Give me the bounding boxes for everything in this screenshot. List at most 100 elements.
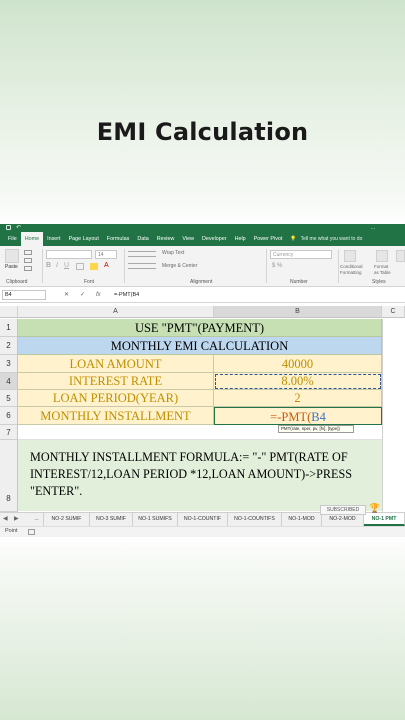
tab-file[interactable]: File bbox=[4, 232, 21, 246]
row-header-2[interactable]: 2 bbox=[0, 337, 18, 355]
divider bbox=[42, 249, 43, 283]
styles-group-label: Styles bbox=[372, 279, 386, 285]
bold-icon[interactable]: B bbox=[46, 262, 51, 269]
prev-sheet-icon[interactable]: ◀ bbox=[3, 513, 8, 526]
sheet-tab-no-1-countif[interactable]: NO-1-COUNTIF bbox=[178, 513, 228, 526]
clipboard-group-label: Clipboard bbox=[6, 279, 28, 285]
cell-a1-merged[interactable]: USE "PMT"(PAYMENT) bbox=[18, 319, 382, 337]
formula-ref-b4: B4 bbox=[311, 410, 326, 424]
ribbon-tabs: File Home Insert Page Layout Formulas Da… bbox=[0, 232, 405, 246]
column-header-a[interactable]: A bbox=[18, 306, 214, 318]
cell-b6-editing[interactable]: =-PMT(B4 bbox=[214, 407, 382, 425]
subscribed-badge: SUBSCRIBED bbox=[320, 505, 366, 515]
page-title: EMI Calculation bbox=[96, 118, 309, 146]
divider bbox=[338, 249, 339, 283]
column-header-b[interactable]: B bbox=[214, 306, 382, 318]
formula-input[interactable]: =-PMT(B4 bbox=[114, 290, 139, 300]
alignment-group-label: Alignment bbox=[190, 279, 213, 285]
lightbulb-icon: 💡 bbox=[290, 236, 297, 242]
cell-a6[interactable]: MONTHLY INSTALLMENT bbox=[18, 407, 214, 425]
tab-home[interactable]: Home bbox=[20, 232, 44, 246]
cell-a4[interactable]: INTEREST RATE bbox=[18, 373, 214, 390]
wrap-text-button[interactable]: Wrap Text bbox=[162, 250, 184, 256]
row-header-3[interactable]: 3 bbox=[0, 355, 18, 373]
formula-bar: B4 ✕ ✓ fx =-PMT(B4 bbox=[0, 288, 405, 303]
cell-a8-note[interactable]: MONTHLY INSTALLMENT FORMULA:= "-" PMT(RA… bbox=[18, 440, 382, 511]
cell-b4-selected[interactable]: 8.00% bbox=[214, 373, 382, 390]
conditional-formatting-icon[interactable] bbox=[344, 250, 356, 262]
divider bbox=[124, 249, 125, 283]
column-c-cells[interactable] bbox=[382, 319, 405, 512]
font-name-select[interactable] bbox=[46, 250, 92, 259]
tab-view[interactable]: View bbox=[178, 232, 198, 246]
save-icon[interactable] bbox=[6, 225, 11, 230]
status-mode: Point bbox=[5, 528, 18, 534]
ribbon-home: Paste Clipboard 14 B I U A Font Wrap Tex… bbox=[0, 246, 405, 287]
row-header-5[interactable]: 5 bbox=[0, 390, 18, 407]
tab-formulas[interactable]: Formulas bbox=[103, 232, 133, 246]
sheet-tab-no-2-sumif[interactable]: NO-2 SUMIF bbox=[44, 513, 90, 526]
divider bbox=[266, 249, 267, 283]
italic-icon[interactable]: I bbox=[56, 262, 58, 269]
undo-icon[interactable]: ↶ bbox=[16, 225, 22, 231]
font-group-label: Font bbox=[84, 279, 95, 285]
format-as-table-button[interactable]: Format as Table bbox=[374, 264, 394, 276]
cell-a2-merged[interactable]: MONTHLY EMI CALCULATION bbox=[18, 337, 382, 355]
sheet-tab-more[interactable]: ... bbox=[30, 513, 44, 526]
format-painter-icon[interactable] bbox=[24, 266, 32, 271]
sheet-tab-no-1-mod[interactable]: NO-1-MOD bbox=[282, 513, 322, 526]
font-color-icon[interactable]: A bbox=[104, 262, 109, 269]
function-icon[interactable]: fx bbox=[96, 290, 101, 300]
row-header-4[interactable]: 4 bbox=[0, 373, 18, 390]
enter-icon[interactable]: ✓ bbox=[80, 290, 85, 300]
row-header-7[interactable]: 7 bbox=[0, 425, 18, 440]
sheet-tab-no-1-pmt[interactable]: NO-1 PMT bbox=[364, 513, 405, 526]
format-as-table-icon[interactable] bbox=[376, 250, 388, 262]
row-header-6[interactable]: 6 bbox=[0, 407, 18, 425]
cell-a5[interactable]: LOAN PERIOD(YEAR) bbox=[18, 390, 214, 407]
column-header-c[interactable]: C bbox=[382, 306, 405, 318]
cell-b5[interactable]: 2 bbox=[214, 390, 382, 407]
tell-me-search[interactable]: Tell me what you want to do bbox=[301, 236, 363, 242]
tab-page-layout[interactable]: Page Layout bbox=[65, 232, 103, 246]
tab-help[interactable]: Help bbox=[231, 232, 250, 246]
tab-insert[interactable]: Insert bbox=[43, 232, 64, 246]
tab-data[interactable]: Data bbox=[133, 232, 152, 246]
select-all-corner[interactable] bbox=[0, 306, 18, 318]
trophy-icon: 🏆 bbox=[369, 503, 381, 513]
cell-styles-icon[interactable] bbox=[396, 250, 405, 262]
cancel-icon[interactable]: ✕ bbox=[64, 290, 69, 300]
cell-b3[interactable]: 40000 bbox=[214, 355, 382, 373]
vertical-align-icon[interactable] bbox=[128, 251, 156, 257]
cell-a3[interactable]: LOAN AMOUNT bbox=[18, 355, 214, 373]
paste-icon[interactable] bbox=[5, 249, 19, 263]
paste-button[interactable]: Paste bbox=[5, 264, 18, 270]
number-group-label: Number bbox=[290, 279, 308, 285]
next-sheet-icon[interactable]: ▶ bbox=[14, 513, 19, 526]
fill-color-icon[interactable] bbox=[90, 263, 98, 270]
sheet-tab-no-1-countifs[interactable]: NO-1-COUNTIFS bbox=[228, 513, 282, 526]
currency-icon[interactable]: $ % bbox=[272, 263, 282, 269]
conditional-formatting-button[interactable]: Conditional Formatting bbox=[340, 264, 372, 276]
number-format-select[interactable]: Currency bbox=[270, 250, 332, 259]
accessibility-icon[interactable] bbox=[28, 529, 35, 535]
tab-power-pivot[interactable]: Power Pivot bbox=[250, 232, 287, 246]
sheet-tab-no-1-sumifs[interactable]: NO-1 SUMIFS bbox=[133, 513, 178, 526]
horizontal-align-icon[interactable] bbox=[128, 263, 156, 269]
titlebar-text: ... bbox=[370, 225, 375, 231]
tab-developer[interactable]: Developer bbox=[198, 232, 231, 246]
row-header-1[interactable]: 1 bbox=[0, 319, 18, 337]
excel-titlebar: ... ↶ bbox=[0, 224, 405, 232]
font-size-select[interactable]: 14 bbox=[95, 250, 117, 259]
borders-icon[interactable] bbox=[76, 263, 84, 270]
name-box[interactable]: B4 bbox=[2, 290, 46, 300]
tab-review[interactable]: Review bbox=[153, 232, 179, 246]
cut-icon[interactable] bbox=[24, 250, 32, 255]
merge-center-button[interactable]: Merge & Center bbox=[162, 263, 197, 269]
sheet-tab-no-3-sumif[interactable]: NO-3 SUMIF bbox=[90, 513, 133, 526]
underline-icon[interactable]: U bbox=[64, 262, 69, 269]
function-tooltip: PMT(rate, nper, pv, [fv], [type]) bbox=[278, 425, 354, 433]
formula-prefix: =-PMT( bbox=[270, 410, 312, 424]
row-header-8[interactable]: 8 bbox=[0, 440, 18, 512]
copy-icon[interactable] bbox=[24, 258, 32, 263]
